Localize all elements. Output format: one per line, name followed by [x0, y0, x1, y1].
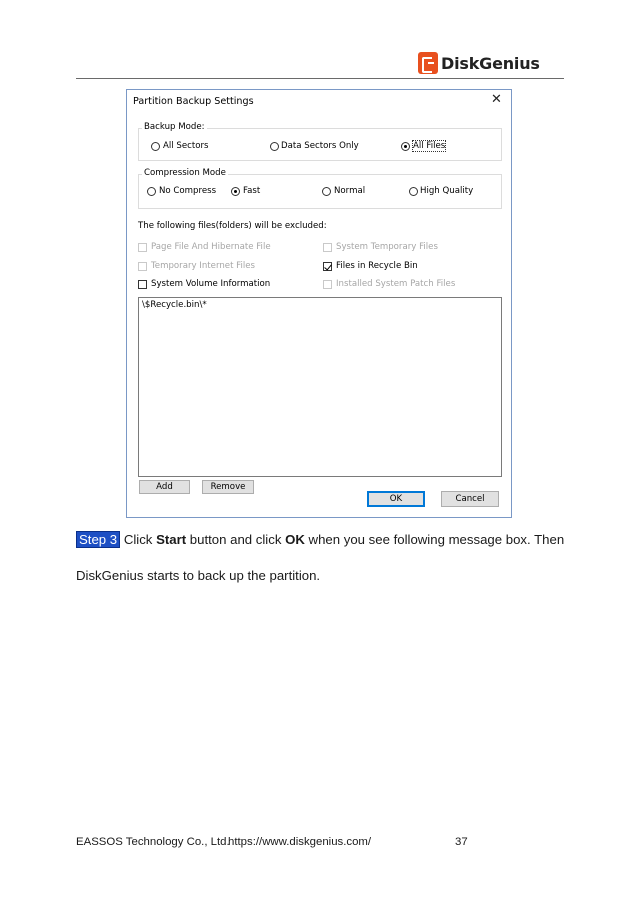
radio-no-compress-label: No Compress: [159, 186, 217, 196]
close-icon[interactable]: ✕: [491, 93, 502, 107]
checkbox-temp-internet-label: Temporary Internet Files: [151, 261, 256, 271]
ok-button[interactable]: OK: [367, 491, 425, 507]
dialog-title: Partition Backup Settings: [133, 96, 254, 107]
brand-name: DiskGenius: [441, 53, 540, 73]
radio-all-files[interactable]: [401, 142, 410, 151]
compression-mode-label: Compression Mode: [142, 168, 228, 178]
page-number: 37: [455, 836, 468, 848]
radio-all-sectors-label: All Sectors: [163, 141, 209, 151]
footer-url[interactable]: https://www.diskgenius.com/: [228, 836, 371, 848]
exclusion-heading: The following files(folders) will be exc…: [138, 221, 327, 231]
radio-high-quality-label: High Quality: [420, 186, 474, 196]
checkbox-patch-files[interactable]: [323, 280, 332, 289]
backup-mode-label: Backup Mode:: [142, 122, 207, 132]
radio-fast-label: Fast: [243, 186, 261, 196]
footer-company: EASSOS Technology Co., Ltd.: [76, 836, 230, 848]
step-paragraph-line2: DiskGenius starts to back up the partiti…: [76, 568, 321, 583]
header-divider: [76, 78, 564, 79]
text-click: Click: [123, 532, 153, 547]
checkbox-page-file[interactable]: [138, 243, 147, 252]
radio-normal-label: Normal: [334, 186, 366, 196]
text-button-and-click: button and click: [189, 532, 282, 547]
text-when-you-see: when you see following message box. Then: [308, 532, 565, 547]
radio-all-sectors[interactable]: [151, 142, 160, 151]
checkbox-system-temp[interactable]: [323, 243, 332, 252]
checkbox-page-file-label: Page File And Hibernate File: [151, 242, 271, 252]
excluded-files-list[interactable]: \$Recycle.bin\*: [138, 297, 502, 477]
checkbox-patch-files-label: Installed System Patch Files: [336, 279, 456, 289]
checkbox-system-volume[interactable]: [138, 280, 147, 289]
list-item[interactable]: \$Recycle.bin\*: [142, 300, 207, 310]
checkbox-recycle-bin-label: Files in Recycle Bin: [336, 261, 418, 271]
partition-backup-settings-dialog: Partition Backup Settings ✕ Backup Mode:…: [126, 89, 512, 518]
radio-high-quality[interactable]: [409, 187, 418, 196]
checkbox-system-temp-label: System Temporary Files: [336, 242, 438, 252]
checkbox-recycle-bin[interactable]: [323, 262, 332, 271]
checkbox-temp-internet[interactable]: [138, 262, 147, 271]
brand-logo: DiskGenius: [418, 50, 540, 76]
remove-button[interactable]: Remove: [202, 480, 254, 494]
step-label: Step 3: [76, 531, 121, 548]
start-keyword: Start: [156, 532, 187, 547]
radio-fast[interactable]: [231, 187, 240, 196]
radio-data-sectors-only[interactable]: [270, 142, 279, 151]
step-paragraph-line1: Step 3 Click Start button and click OK w…: [76, 531, 565, 548]
ok-keyword: OK: [285, 532, 305, 547]
add-button[interactable]: Add: [139, 480, 190, 494]
radio-no-compress[interactable]: [147, 187, 156, 196]
checkbox-system-volume-label: System Volume Information: [151, 279, 271, 289]
radio-data-sectors-only-label: Data Sectors Only: [281, 141, 359, 151]
cancel-button[interactable]: Cancel: [441, 491, 499, 507]
diskgenius-logo-icon: [418, 52, 438, 74]
radio-normal[interactable]: [322, 187, 331, 196]
radio-all-files-label: All Files: [411, 140, 447, 152]
